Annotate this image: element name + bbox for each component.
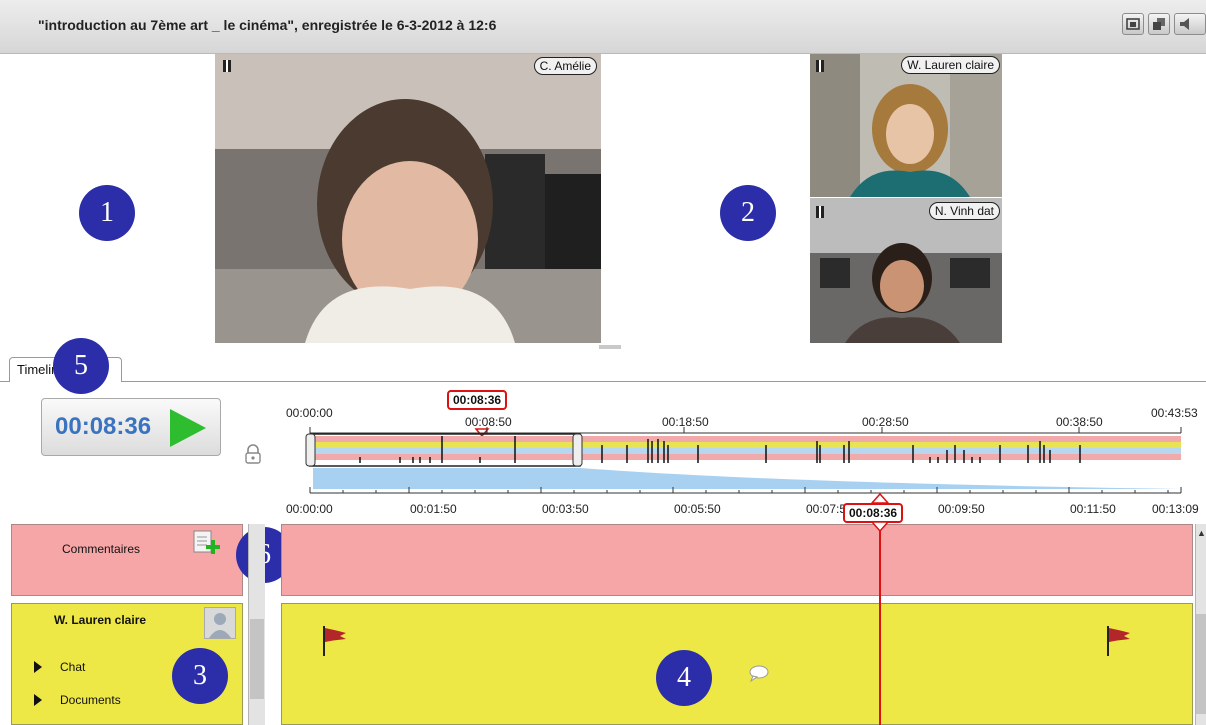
video-lauren: W. Lauren claire — [810, 54, 1002, 197]
video-frame-lauren — [810, 54, 1002, 197]
tracks-scrollbar[interactable]: ▲ — [1195, 524, 1206, 725]
video-frame-amelie — [215, 54, 601, 343]
play-button[interactable]: 00:08:36 — [41, 398, 221, 456]
participant-name: W. Lauren claire — [901, 56, 1000, 74]
current-time: 00:08:36 — [55, 413, 152, 440]
callout-3: 3 — [172, 648, 228, 704]
video-vinh: N. Vinh dat — [810, 198, 1002, 343]
lock-icon[interactable] — [243, 443, 263, 470]
overview-timeline-bar[interactable] — [280, 405, 1206, 495]
pause-icon[interactable] — [223, 60, 231, 72]
comments-track-header: Commentaires — [11, 524, 243, 596]
flag-icon[interactable] — [320, 624, 352, 658]
left-scroll-thumb[interactable] — [250, 619, 264, 699]
detail-label: 00:11:50 — [1070, 502, 1116, 516]
detail-label: 00:01:50 — [410, 502, 457, 516]
detail-label: 00:13:09 — [1152, 502, 1199, 516]
user-name: W. Lauren claire — [54, 613, 147, 627]
scroll-up-icon[interactable]: ▲ — [1197, 528, 1206, 538]
window-title: "introduction au 7ème art _ le cinéma", … — [38, 17, 497, 33]
comments-label: Commentaires — [62, 542, 141, 556]
callout-1: 1 — [79, 185, 135, 241]
avatar-icon — [204, 607, 236, 639]
tracks-scroll-thumb[interactable] — [1196, 614, 1206, 714]
participant-name: N. Vinh dat — [928, 202, 1000, 220]
participant-name: C. Amélie — [533, 57, 597, 75]
callout-4: 4 — [656, 650, 712, 706]
callout-5: 5 — [53, 338, 109, 394]
detail-label: 00:03:50 — [542, 502, 589, 516]
window-icon[interactable] — [1122, 13, 1144, 35]
expand-arrow-icon[interactable] — [34, 694, 42, 706]
detail-label: 00:00:00 — [286, 502, 333, 516]
splitter-handle[interactable] — [599, 345, 621, 349]
play-icon — [170, 409, 206, 447]
speaker-icon[interactable] — [1174, 13, 1206, 35]
detail-time-marker[interactable]: 00:08:36 — [843, 503, 904, 523]
video-amelie: C. Amélie — [215, 54, 601, 343]
callout-2: 2 — [720, 185, 776, 241]
detail-label: 00:05:50 — [674, 502, 721, 516]
expand-arrow-icon[interactable] — [34, 661, 42, 673]
chat-bubble-icon[interactable] — [748, 664, 770, 682]
pause-icon[interactable] — [816, 60, 824, 72]
flag-icon[interactable] — [1104, 624, 1136, 658]
detail-label: 00:09:50 — [938, 502, 985, 516]
chat-label: Chat — [60, 660, 86, 674]
left-scrollbar[interactable] — [248, 524, 265, 725]
tab-divider — [0, 381, 1206, 382]
pause-icon[interactable] — [816, 206, 824, 218]
add-comment-icon[interactable] — [192, 529, 222, 562]
tile-icon[interactable] — [1148, 13, 1170, 35]
comments-track[interactable] — [281, 524, 1193, 596]
playhead-line[interactable] — [879, 514, 881, 725]
documents-label: Documents — [60, 693, 121, 707]
title-bar: "introduction au 7ème art _ le cinéma", … — [0, 0, 1206, 54]
user-track[interactable] — [281, 603, 1193, 725]
playhead-pointer — [870, 521, 890, 533]
